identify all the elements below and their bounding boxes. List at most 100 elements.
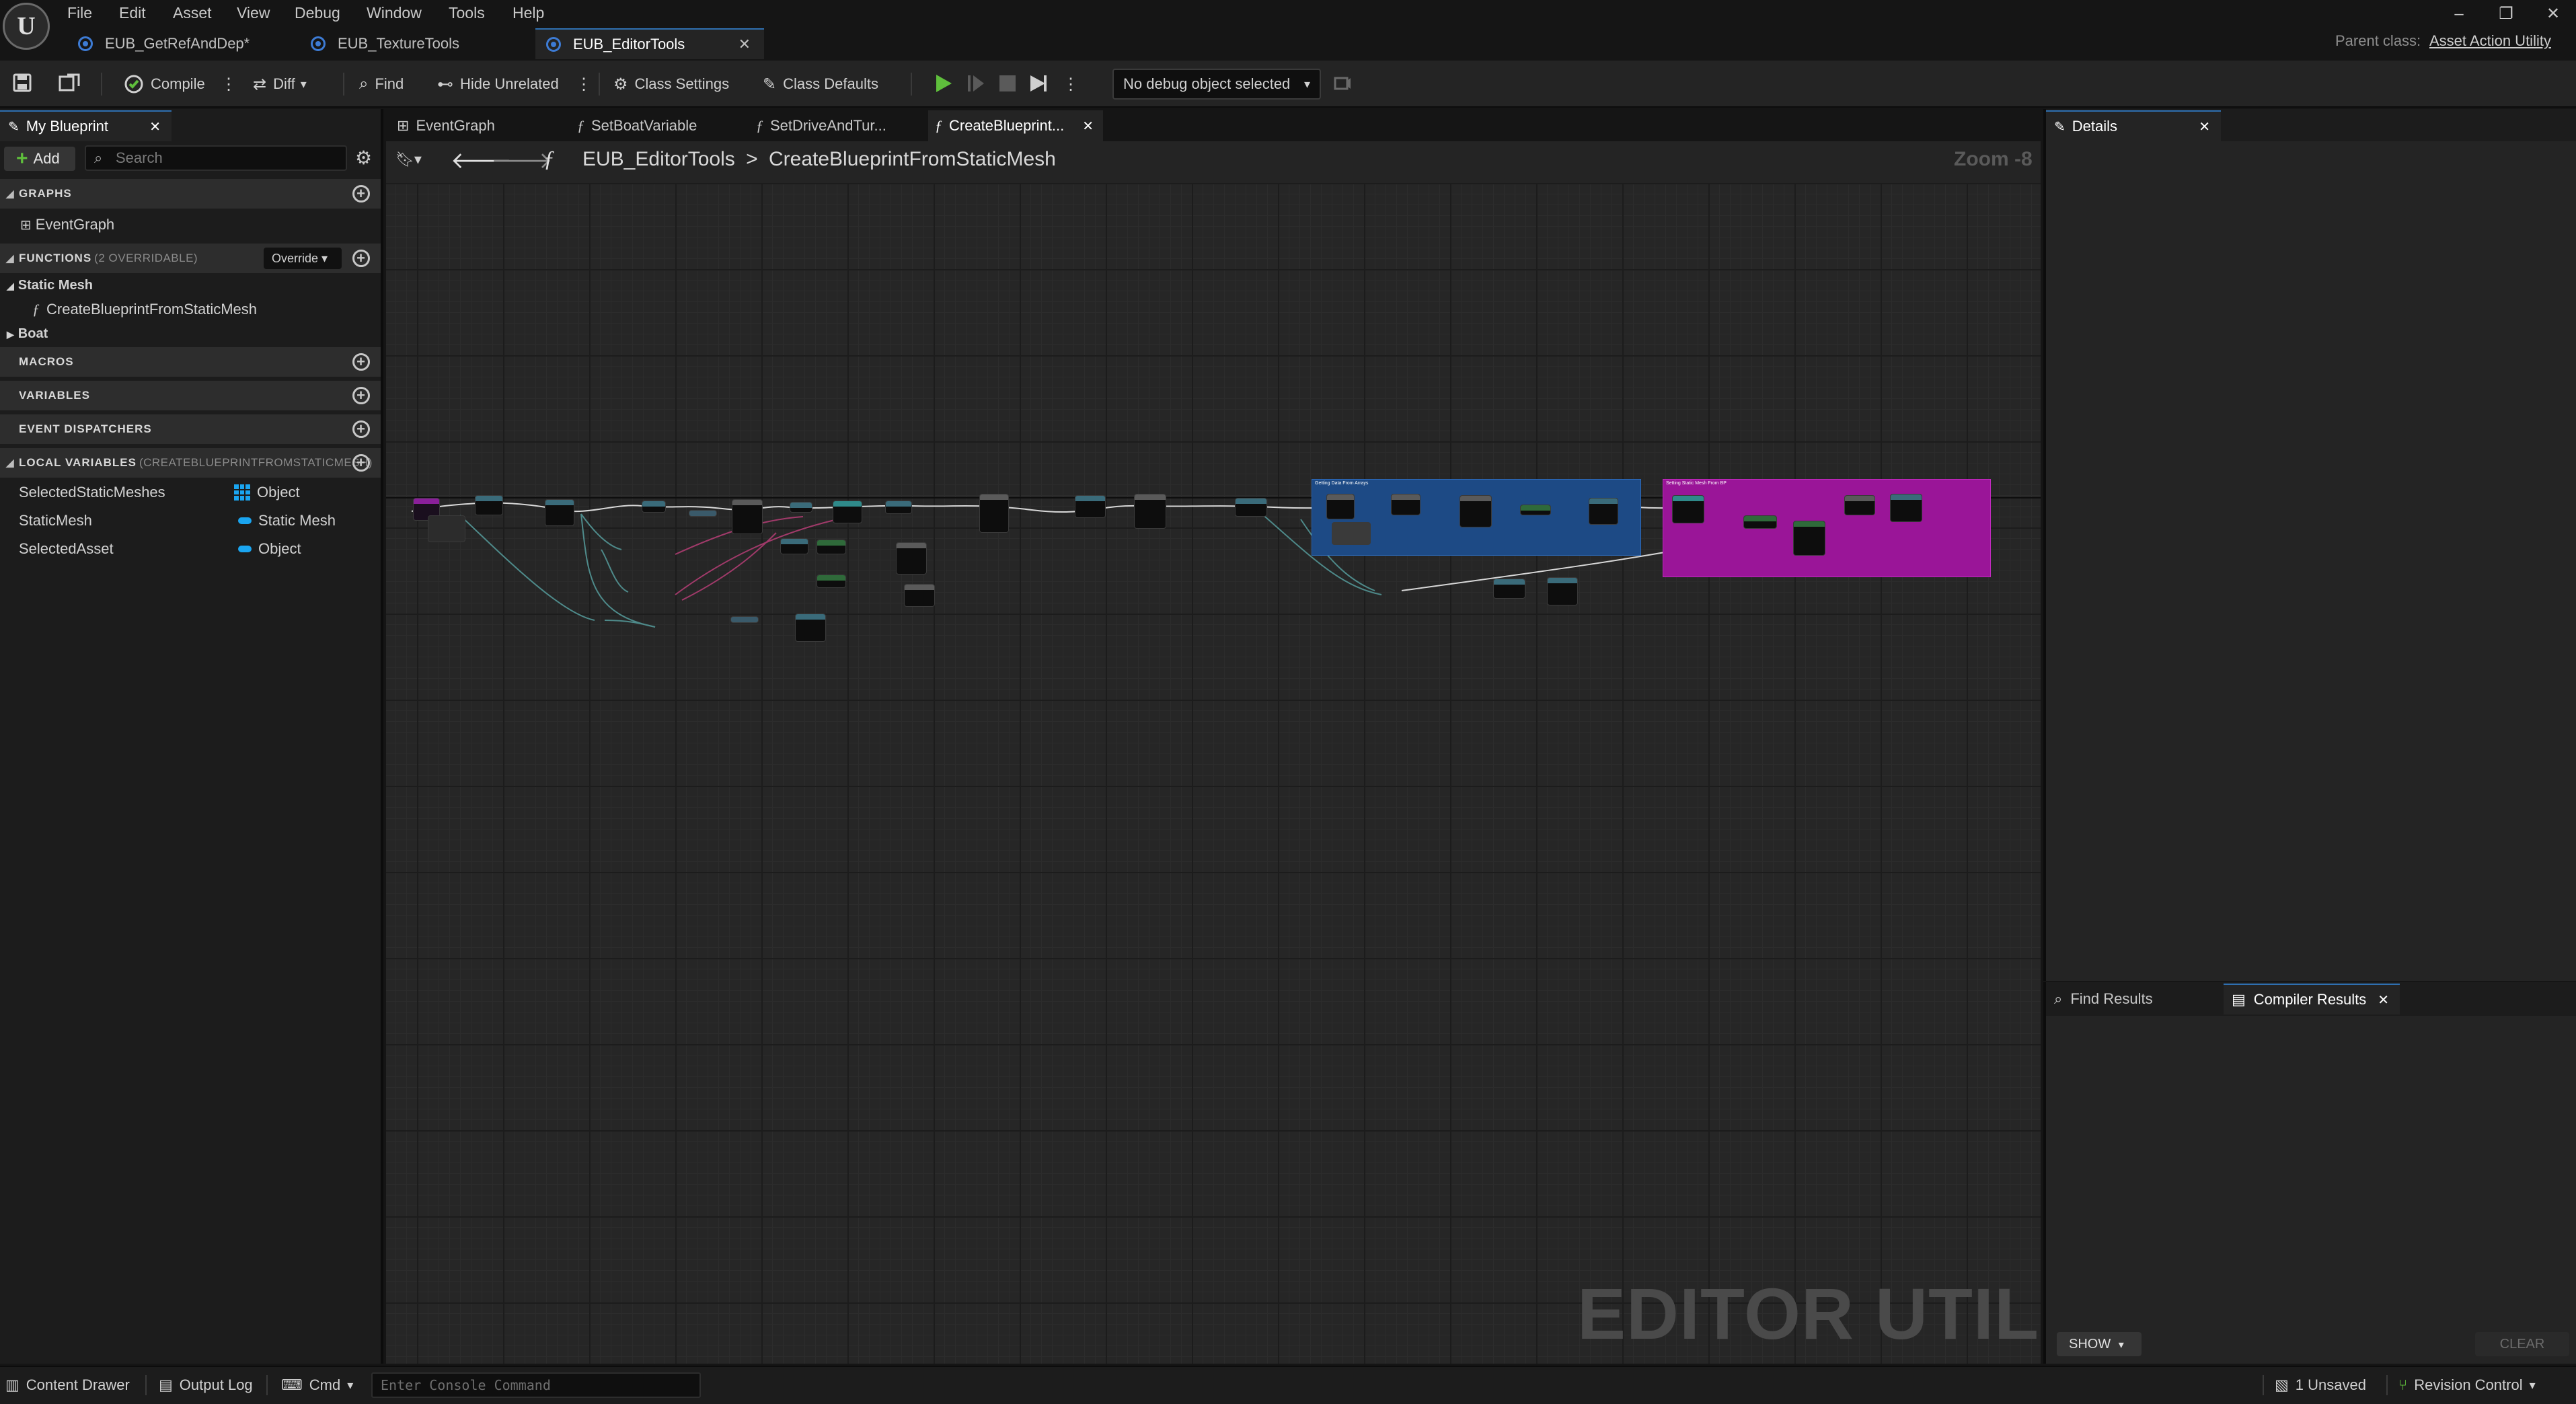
graph-node[interactable] xyxy=(790,502,812,513)
menu-edit[interactable]: Edit xyxy=(119,1,146,24)
graph-node[interactable] xyxy=(642,501,666,513)
graph-node[interactable] xyxy=(885,501,912,514)
section-variables[interactable]: VARIABLES + xyxy=(0,381,381,410)
graph-node[interactable] xyxy=(1520,505,1551,515)
graph-node[interactable] xyxy=(896,542,927,575)
function-item-createblueprintfromstaticmesh[interactable]: ƒ CreateBlueprintFromStaticMesh xyxy=(32,297,257,322)
graph-node[interactable] xyxy=(732,499,763,534)
save-icon[interactable] xyxy=(12,73,32,93)
graph-node[interactable] xyxy=(979,494,1009,533)
clear-button[interactable]: CLEAR xyxy=(2475,1332,2569,1356)
menu-file[interactable]: File xyxy=(67,1,92,24)
search-input[interactable]: ⌕ Search xyxy=(85,145,347,171)
graph-node[interactable] xyxy=(1793,521,1825,556)
comment-box-magenta[interactable]: Setting Static Mesh From BP xyxy=(1663,479,1991,577)
parent-class-link[interactable]: Asset Action Utility xyxy=(2429,32,2551,50)
close-icon[interactable]: ✕ xyxy=(149,118,161,135)
graph-node[interactable] xyxy=(1235,498,1267,517)
unreal-logo-icon[interactable]: U xyxy=(3,3,50,50)
tab-createblueprint[interactable]: ƒ CreateBlueprint... ✕ xyxy=(928,110,1103,141)
doc-tab-eub-getrefanddep[interactable]: EUB_GetRefAndDep* xyxy=(67,28,296,59)
bookmark-icon[interactable]: 🔖︎▾ xyxy=(395,151,422,168)
menu-asset[interactable]: Asset xyxy=(173,1,212,24)
close-icon[interactable]: ✕ xyxy=(2378,992,2389,1008)
graph-node[interactable] xyxy=(1589,498,1618,525)
category-boat[interactable]: ▶ Boat xyxy=(7,322,48,346)
find-button[interactable]: ⌕ Find xyxy=(359,70,404,98)
graph-node[interactable] xyxy=(817,575,846,588)
add-local-variable-icon[interactable]: + xyxy=(352,454,370,472)
restore-icon[interactable]: ❐ xyxy=(2486,3,2526,26)
gear-icon[interactable]: ⚙ xyxy=(355,147,372,169)
graph-node[interactable] xyxy=(1326,494,1355,519)
graph-node[interactable] xyxy=(780,538,808,554)
doc-tab-eub-texturetools[interactable]: EUB_TextureTools xyxy=(300,28,529,59)
console-command-input[interactable]: Enter Console Command xyxy=(371,1372,701,1398)
compile-options-icon[interactable]: ⋮ xyxy=(221,70,243,98)
variable-type[interactable]: Object xyxy=(238,537,301,561)
graph-node[interactable] xyxy=(1672,495,1704,523)
revision-control-button[interactable]: ⑂ Revision Control ▾ xyxy=(2398,1372,2536,1398)
menu-window[interactable]: Window xyxy=(367,1,422,24)
browse-icon[interactable] xyxy=(58,73,81,93)
step-icon[interactable] xyxy=(966,73,986,94)
graph-node[interactable] xyxy=(833,501,862,523)
stop-icon[interactable] xyxy=(998,74,1017,93)
graph-canvas[interactable]: Getting Data From Arrays Getting Data Fr… xyxy=(386,183,2041,1364)
graph-node[interactable] xyxy=(1391,494,1420,515)
local-variable-selectedstaticmeshes[interactable]: SelectedStaticMeshes xyxy=(19,480,165,505)
variable-type[interactable]: Static Mesh xyxy=(238,509,336,533)
play-options-icon[interactable]: ⋮ xyxy=(1063,70,1086,98)
tab-setboatvariable[interactable]: ƒ SetBoatVariable xyxy=(570,110,738,141)
class-defaults-button[interactable]: ✎ Class Defaults xyxy=(763,70,878,98)
hide-unrelated-button[interactable]: ⊷ Hide Unrelated xyxy=(437,70,559,98)
tab-eventgraph[interactable]: ⊞ EventGraph xyxy=(390,110,558,141)
graph-node[interactable] xyxy=(795,614,826,642)
graph-node[interactable] xyxy=(1547,577,1578,605)
close-icon[interactable]: ✕ xyxy=(1082,118,1094,135)
output-log-button[interactable]: ▤ Output Log xyxy=(159,1372,253,1398)
override-dropdown[interactable]: Override ▾ xyxy=(264,248,342,269)
graph-node[interactable] xyxy=(475,495,503,515)
cmd-dropdown[interactable]: ⌨ Cmd ▾ xyxy=(281,1372,353,1398)
close-icon[interactable]: ✕ xyxy=(2199,118,2210,135)
add-event-dispatcher-icon[interactable]: + xyxy=(352,420,370,438)
graph-node[interactable] xyxy=(1844,495,1875,515)
tab-details[interactable]: ✎ Details ✕ xyxy=(2046,110,2221,141)
add-graph-icon[interactable]: + xyxy=(352,185,370,202)
add-variable-icon[interactable]: + xyxy=(352,387,370,404)
graph-node[interactable] xyxy=(1134,494,1166,529)
debug-object-select[interactable]: No debug object selected ▾ xyxy=(1112,69,1321,100)
doc-tab-eub-editortools[interactable]: EUB_EditorTools ✕ xyxy=(535,28,764,59)
class-settings-button[interactable]: ⚙ Class Settings xyxy=(613,70,729,98)
add-button[interactable]: + Add xyxy=(4,147,75,171)
graph-node-reroute[interactable] xyxy=(730,616,759,623)
hide-unrelated-options-icon[interactable]: ⋮ xyxy=(576,70,599,98)
tab-setdriveandturn[interactable]: ƒ SetDriveAndTur... xyxy=(749,110,917,141)
eject-icon[interactable] xyxy=(1028,73,1049,94)
category-static-mesh[interactable]: ◢ Static Mesh xyxy=(7,273,93,297)
graph-node[interactable] xyxy=(904,584,935,607)
graph-item-eventgraph[interactable]: ⊞ EventGraph xyxy=(20,213,114,237)
play-icon[interactable] xyxy=(934,73,954,94)
menu-help[interactable]: Help xyxy=(513,1,544,24)
variable-type[interactable]: Object xyxy=(234,480,300,505)
unsaved-button[interactable]: ▧ 1 Unsaved xyxy=(2275,1372,2366,1398)
close-tab-icon[interactable]: ✕ xyxy=(738,36,751,53)
diff-button[interactable]: ⇄ Diff ▾ xyxy=(253,70,307,98)
show-button[interactable]: SHOW ▾ xyxy=(2057,1332,2142,1356)
local-variable-staticmesh[interactable]: StaticMesh xyxy=(19,509,92,533)
menu-debug[interactable]: Debug xyxy=(295,1,340,24)
section-event-dispatchers[interactable]: EVENT DISPATCHERS + xyxy=(0,414,381,444)
tab-my-blueprint[interactable]: ✎ My Blueprint ✕ xyxy=(0,110,172,141)
graph-node[interactable] xyxy=(1075,495,1106,518)
debug-filter-icon[interactable] xyxy=(1333,74,1352,93)
content-drawer-button[interactable]: ▥ Content Drawer xyxy=(5,1372,130,1398)
section-graphs[interactable]: ◢ GRAPHS + xyxy=(0,179,381,209)
tab-compiler-results[interactable]: ▤ Compiler Results ✕ xyxy=(2224,984,2400,1014)
breadcrumb-root[interactable]: EUB_EditorTools xyxy=(582,148,735,170)
section-local-variables[interactable]: ◢ LOCAL VARIABLES (CREATEBLUEPRINTFROMST… xyxy=(0,448,381,478)
graph-node[interactable] xyxy=(1460,495,1492,527)
graph-node[interactable] xyxy=(1743,515,1777,529)
section-macros[interactable]: MACROS + xyxy=(0,347,381,377)
